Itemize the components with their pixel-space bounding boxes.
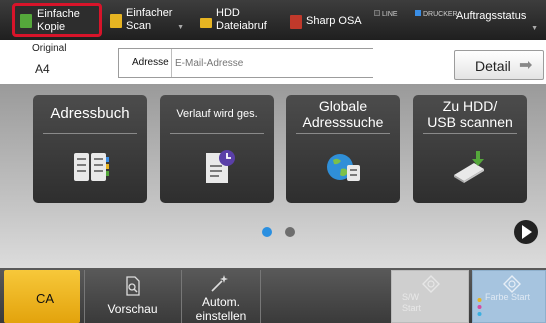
magic-wand-icon	[211, 275, 228, 292]
globe-icon	[327, 154, 360, 181]
preview-button[interactable]: Vorschau	[84, 270, 180, 323]
original-size-value[interactable]: A4	[35, 62, 50, 76]
top-bar: Einfache Kopie Einfacher Scan ▼ HDD Date…	[0, 0, 546, 40]
address-field[interactable]: Adresse	[118, 48, 373, 78]
scan-to-hdd-usb-button[interactable]: Zu HDD/ USB scannen	[413, 95, 527, 203]
next-page-button[interactable]	[514, 220, 538, 244]
divider	[43, 133, 137, 134]
chevron-down-icon: ▼	[177, 24, 184, 31]
tab-hdd-retrieve-label: HDD Dateiabruf	[216, 7, 267, 32]
clear-all-label: CA	[36, 291, 55, 306]
preview-label: Vorschau	[107, 302, 158, 316]
line-indicator-label: LINE	[382, 11, 398, 18]
folder-icon	[200, 18, 212, 28]
divider	[296, 133, 390, 134]
history-icon	[206, 150, 235, 183]
color-dots-icon	[477, 298, 482, 316]
arrow-right-icon: ➡	[519, 57, 533, 74]
tab-easy-scan-label: Einfacher Scan	[126, 7, 173, 32]
address-book-button[interactable]: Adressbuch	[33, 95, 147, 203]
printer-led-icon	[415, 10, 421, 16]
scan-to-hdd-usb-label: Zu HDD/ USB scannen	[427, 98, 513, 130]
tab-sharp-osa[interactable]: Sharp OSA	[286, 4, 376, 36]
email-address-input[interactable]	[171, 49, 373, 77]
page-indicator[interactable]	[285, 227, 295, 237]
tab-easy-scan[interactable]: Einfacher Scan ▼	[106, 4, 188, 36]
detail-button[interactable]: Detail ➡	[454, 50, 544, 80]
address-book-label: Adressbuch	[50, 105, 130, 122]
tab-easy-copy[interactable]: Einfache Kopie	[12, 3, 102, 37]
auto-adjust-button[interactable]: Autom. einstellen	[181, 270, 261, 323]
tab-sharp-osa-label: Sharp OSA	[306, 15, 362, 27]
divider	[170, 133, 264, 134]
line-led-icon	[374, 10, 380, 16]
original-label: Original	[32, 43, 67, 54]
preview-icon	[126, 276, 140, 296]
bw-start-label: S/W Start	[402, 292, 422, 313]
start-icon	[422, 275, 440, 293]
chevron-down-icon: ▼	[531, 25, 538, 32]
color-start-label: Farbe Start	[485, 292, 531, 302]
start-icon	[503, 275, 521, 293]
play-icon	[522, 225, 532, 239]
global-address-search-button[interactable]: Globale Adresssuche	[286, 95, 400, 203]
copy-icon	[20, 14, 32, 28]
history-button[interactable]: Verlauf wird ges.	[160, 95, 274, 203]
detail-button-label: Detail	[475, 58, 511, 74]
scan-icon	[110, 14, 122, 28]
color-start-button[interactable]: Farbe Start	[472, 270, 546, 323]
tab-hdd-retrieve[interactable]: HDD Dateiabruf	[196, 4, 282, 36]
main-panel: Adressbuch Verlauf wird ges. Globale Adr…	[0, 84, 546, 268]
bw-start-button[interactable]: S/W Start	[391, 270, 469, 323]
global-address-search-label: Globale Adresssuche	[302, 98, 384, 130]
tab-easy-copy-label: Einfache Kopie	[37, 8, 80, 33]
auto-adjust-label: Autom. einstellen	[195, 295, 247, 323]
job-status-label: Auftragsstatus	[456, 10, 527, 22]
address-book-icon	[74, 153, 109, 181]
usb-drive-icon	[454, 151, 484, 183]
clear-all-button[interactable]: CA	[4, 270, 80, 323]
page-indicator-active[interactable]	[262, 227, 272, 237]
address-label: Adresse	[132, 57, 169, 68]
job-status-button[interactable]: Auftragsstatus ▼	[452, 4, 544, 34]
line-indicator: LINE	[374, 10, 398, 20]
bottom-bar: CA Vorschau Autom. einstellen S/W Start	[0, 268, 546, 323]
history-label: Verlauf wird ges.	[176, 108, 258, 120]
divider	[423, 133, 517, 134]
osa-icon	[290, 15, 302, 29]
